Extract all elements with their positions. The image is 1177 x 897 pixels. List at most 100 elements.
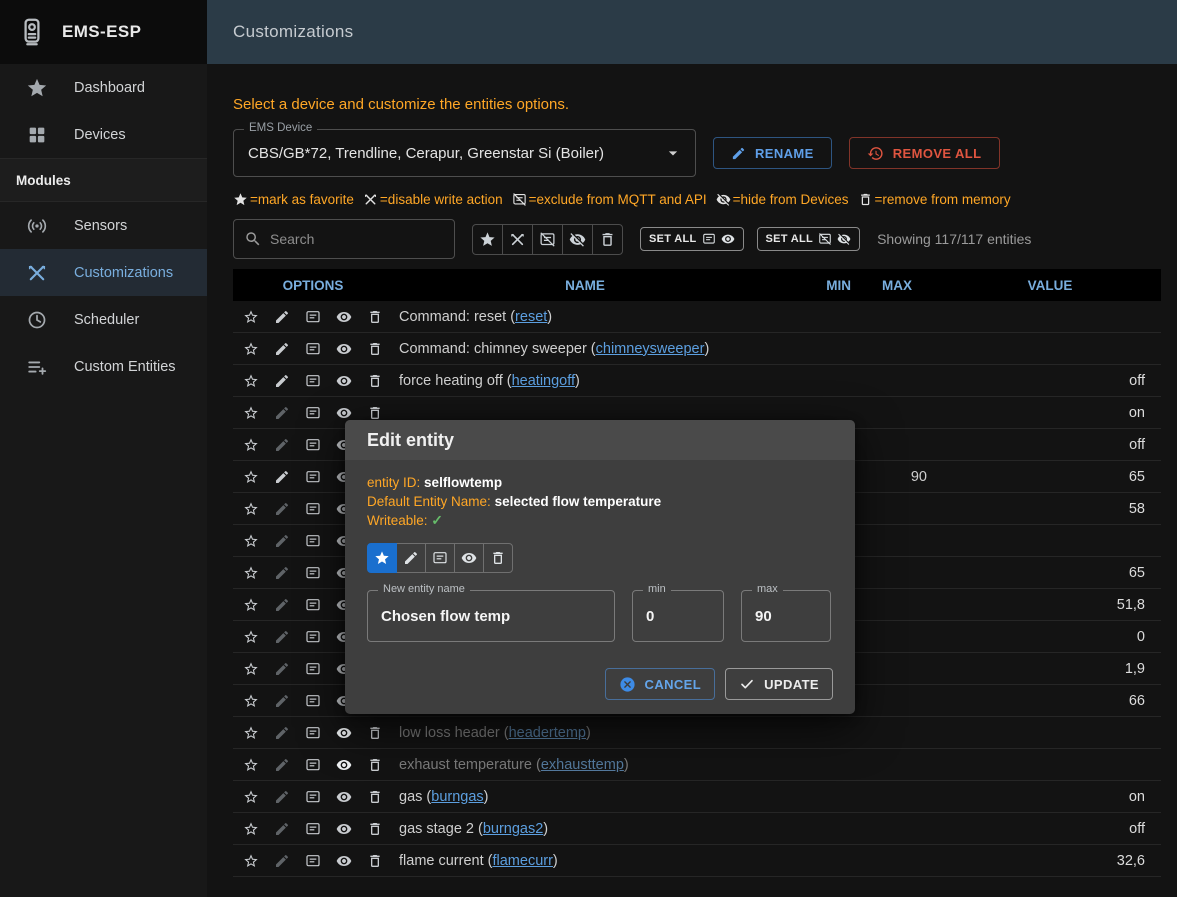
row-mqtt-exclude-icon[interactable] bbox=[297, 717, 328, 748]
row-favorite-icon[interactable] bbox=[235, 653, 266, 684]
row-hide-icon[interactable] bbox=[328, 717, 359, 748]
row-edit-icon[interactable] bbox=[266, 813, 297, 844]
ems-device-select[interactable]: EMS Device CBS/GB*72, Trendline, Cerapur… bbox=[233, 129, 696, 177]
entity-link[interactable]: exhausttemp bbox=[541, 757, 624, 773]
row-edit-icon[interactable] bbox=[266, 493, 297, 524]
row-delete-icon[interactable] bbox=[359, 813, 390, 844]
row-delete-icon[interactable] bbox=[359, 781, 390, 812]
row-edit-icon[interactable] bbox=[266, 845, 297, 876]
row-delete-icon[interactable] bbox=[359, 333, 390, 364]
dialog-trash-toggle[interactable] bbox=[483, 543, 513, 573]
rename-button[interactable]: RENAME bbox=[713, 137, 832, 169]
row-hide-icon[interactable] bbox=[328, 845, 359, 876]
row-mqtt-exclude-icon[interactable] bbox=[297, 493, 328, 524]
row-edit-icon[interactable] bbox=[266, 525, 297, 556]
row-edit-icon[interactable] bbox=[266, 461, 297, 492]
filter-msg-off-button[interactable] bbox=[532, 224, 563, 255]
row-favorite-icon[interactable] bbox=[235, 429, 266, 460]
row-edit-icon[interactable] bbox=[266, 365, 297, 396]
row-favorite-icon[interactable] bbox=[235, 525, 266, 556]
entity-link[interactable]: heatingoff bbox=[512, 373, 575, 389]
row-favorite-icon[interactable] bbox=[235, 813, 266, 844]
cancel-button[interactable]: CANCEL bbox=[605, 668, 716, 700]
row-delete-icon[interactable] bbox=[359, 365, 390, 396]
row-mqtt-exclude-icon[interactable] bbox=[297, 397, 328, 428]
row-mqtt-exclude-icon[interactable] bbox=[297, 621, 328, 652]
row-hide-icon[interactable] bbox=[328, 301, 359, 332]
row-edit-icon[interactable] bbox=[266, 781, 297, 812]
row-favorite-icon[interactable] bbox=[235, 589, 266, 620]
row-mqtt-exclude-icon[interactable] bbox=[297, 557, 328, 588]
row-edit-icon[interactable] bbox=[266, 653, 297, 684]
entity-link[interactable]: flamecurr bbox=[492, 853, 552, 869]
row-mqtt-exclude-icon[interactable] bbox=[297, 429, 328, 460]
row-edit-icon[interactable] bbox=[266, 621, 297, 652]
row-delete-icon[interactable] bbox=[359, 301, 390, 332]
dialog-pencil-toggle[interactable] bbox=[396, 543, 426, 573]
dialog-msg-toggle[interactable] bbox=[425, 543, 455, 573]
filter-eye-off-button[interactable] bbox=[562, 224, 593, 255]
row-favorite-icon[interactable] bbox=[235, 781, 266, 812]
set-all-button-1[interactable]: SET ALL bbox=[640, 227, 744, 251]
row-mqtt-exclude-icon[interactable] bbox=[297, 845, 328, 876]
remove-all-button[interactable]: REMOVE ALL bbox=[849, 137, 1000, 169]
entity-link[interactable]: burngas bbox=[431, 789, 483, 805]
min-input[interactable] bbox=[633, 591, 723, 641]
row-favorite-icon[interactable] bbox=[235, 621, 266, 652]
row-hide-icon[interactable] bbox=[328, 365, 359, 396]
row-mqtt-exclude-icon[interactable] bbox=[297, 685, 328, 716]
row-mqtt-exclude-icon[interactable] bbox=[297, 749, 328, 780]
row-favorite-icon[interactable] bbox=[235, 301, 266, 332]
row-edit-icon[interactable] bbox=[266, 717, 297, 748]
row-favorite-icon[interactable] bbox=[235, 365, 266, 396]
row-favorite-icon[interactable] bbox=[235, 557, 266, 588]
max-input[interactable] bbox=[742, 591, 830, 641]
row-favorite-icon[interactable] bbox=[235, 461, 266, 492]
row-edit-icon[interactable] bbox=[266, 397, 297, 428]
row-edit-icon[interactable] bbox=[266, 333, 297, 364]
sidebar-item-sensors[interactable]: Sensors bbox=[0, 202, 207, 249]
entity-link[interactable]: chimneysweeper bbox=[596, 341, 705, 357]
row-hide-icon[interactable] bbox=[328, 781, 359, 812]
row-mqtt-exclude-icon[interactable] bbox=[297, 813, 328, 844]
row-mqtt-exclude-icon[interactable] bbox=[297, 333, 328, 364]
row-edit-icon[interactable] bbox=[266, 557, 297, 588]
row-edit-icon[interactable] bbox=[266, 589, 297, 620]
row-delete-icon[interactable] bbox=[359, 845, 390, 876]
row-edit-icon[interactable] bbox=[266, 429, 297, 460]
row-mqtt-exclude-icon[interactable] bbox=[297, 781, 328, 812]
row-mqtt-exclude-icon[interactable] bbox=[297, 653, 328, 684]
dialog-eye-toggle[interactable] bbox=[454, 543, 484, 573]
row-favorite-icon[interactable] bbox=[235, 333, 266, 364]
new-entity-name-input[interactable] bbox=[368, 591, 614, 641]
row-mqtt-exclude-icon[interactable] bbox=[297, 589, 328, 620]
update-button[interactable]: UPDATE bbox=[725, 668, 833, 700]
row-mqtt-exclude-icon[interactable] bbox=[297, 525, 328, 556]
row-favorite-icon[interactable] bbox=[235, 845, 266, 876]
search-input[interactable] bbox=[270, 231, 430, 247]
sidebar-item-customizations[interactable]: Customizations bbox=[0, 249, 207, 296]
filter-tools-off-button[interactable] bbox=[502, 224, 533, 255]
row-delete-icon[interactable] bbox=[359, 717, 390, 748]
row-favorite-icon[interactable] bbox=[235, 493, 266, 524]
entity-link[interactable]: burngas2 bbox=[483, 821, 543, 837]
row-mqtt-exclude-icon[interactable] bbox=[297, 365, 328, 396]
row-favorite-icon[interactable] bbox=[235, 749, 266, 780]
row-hide-icon[interactable] bbox=[328, 333, 359, 364]
row-favorite-icon[interactable] bbox=[235, 685, 266, 716]
row-mqtt-exclude-icon[interactable] bbox=[297, 461, 328, 492]
entity-link[interactable]: reset bbox=[515, 309, 547, 325]
row-edit-icon[interactable] bbox=[266, 301, 297, 332]
filter-trash-button[interactable] bbox=[592, 224, 623, 255]
row-edit-icon[interactable] bbox=[266, 685, 297, 716]
filter-star-button[interactable] bbox=[472, 224, 503, 255]
row-favorite-icon[interactable] bbox=[235, 397, 266, 428]
row-delete-icon[interactable] bbox=[359, 749, 390, 780]
dialog-star-toggle[interactable] bbox=[367, 543, 397, 573]
row-edit-icon[interactable] bbox=[266, 749, 297, 780]
sidebar-item-scheduler[interactable]: Scheduler bbox=[0, 296, 207, 343]
sidebar-item-dashboard[interactable]: Dashboard bbox=[0, 64, 207, 111]
row-hide-icon[interactable] bbox=[328, 813, 359, 844]
row-favorite-icon[interactable] bbox=[235, 717, 266, 748]
row-mqtt-exclude-icon[interactable] bbox=[297, 301, 328, 332]
